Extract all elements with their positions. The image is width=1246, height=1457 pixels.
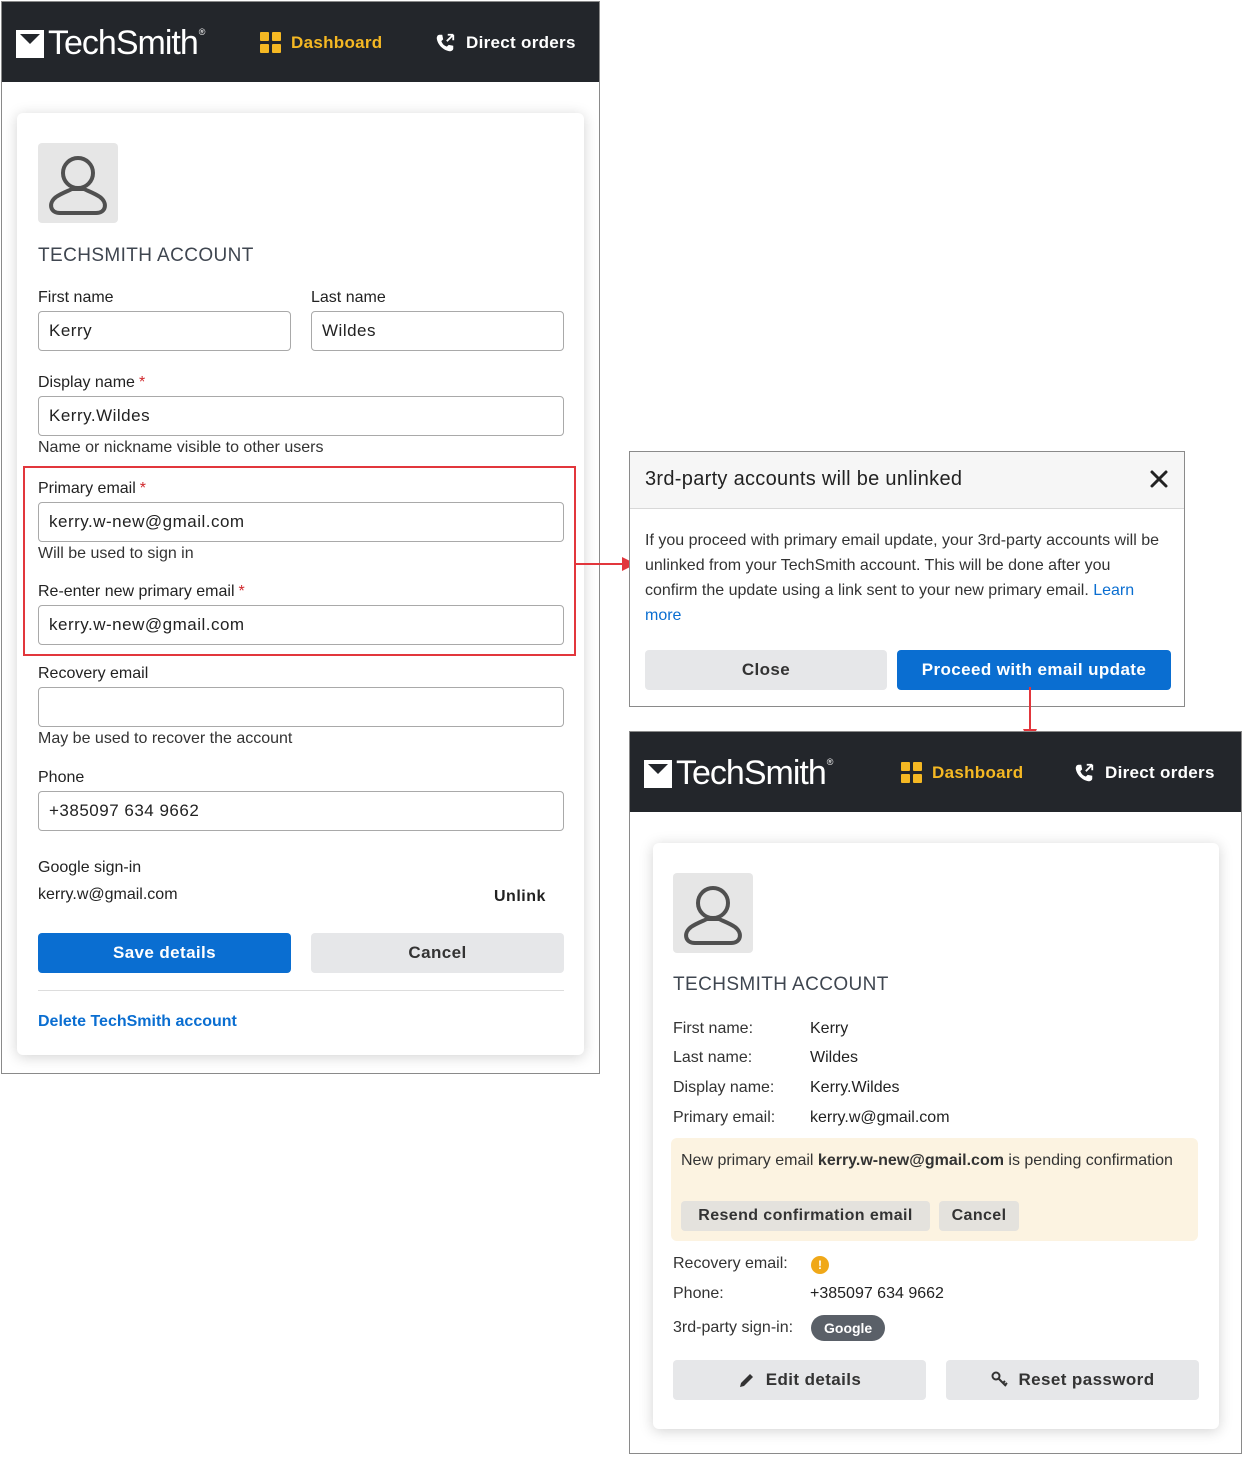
- phone-field[interactable]: [38, 791, 564, 831]
- edit-details-button[interactable]: Edit details: [673, 1360, 926, 1400]
- techsmith-logo[interactable]: TechSmith ®: [644, 754, 833, 793]
- phone-label: Phone: [38, 769, 85, 786]
- display-name-label: Display name:: [673, 1079, 775, 1096]
- first-name-value: Kerry: [810, 1020, 849, 1037]
- display-name-field[interactable]: [38, 396, 564, 436]
- techsmith-logo-icon: [644, 759, 672, 788]
- dialog-message: If you proceed with primary email update…: [645, 528, 1165, 628]
- avatar: [38, 143, 118, 223]
- reset-password-button[interactable]: Reset password: [946, 1360, 1199, 1400]
- pending-email-message: New primary email kerry.w-new@gmail.com …: [681, 1148, 1181, 1173]
- email-fields-highlight: [23, 466, 576, 656]
- reset-password-label: Reset password: [1018, 1370, 1155, 1389]
- account-summary-card: TECHSMITH ACCOUNT: [653, 843, 1219, 1429]
- arrow-right-icon: [576, 557, 636, 571]
- phone-label: Phone:: [673, 1285, 724, 1302]
- proceed-email-update-button[interactable]: Proceed with email update: [897, 650, 1171, 690]
- unlink-warning-dialog: 3rd-party accounts will be unlinked If y…: [629, 451, 1185, 707]
- phone-value: +385097 634 9662: [810, 1285, 944, 1302]
- edit-details-label: Edit details: [765, 1370, 862, 1389]
- first-name-label: First name:: [673, 1020, 754, 1037]
- display-name-label-text: Display name: [38, 374, 135, 391]
- dashboard-grid-icon: [901, 762, 922, 783]
- registered-mark: ®: [826, 756, 834, 767]
- recovery-email-help: May be used to recover the account: [38, 730, 293, 747]
- first-name-label: First name: [38, 289, 114, 306]
- last-name-label: Last name: [311, 289, 386, 306]
- dialog-close-button[interactable]: Close: [645, 650, 887, 690]
- display-name-help: Name or nickname visible to other users: [38, 439, 324, 456]
- techsmith-logo-icon: [16, 29, 44, 58]
- dashboard-grid-icon: [260, 32, 281, 53]
- last-name-label: Last name:: [673, 1049, 753, 1066]
- google-badge: Google: [811, 1315, 886, 1341]
- primary-email-label: Primary email:: [673, 1109, 776, 1126]
- account-title: TECHSMITH ACCOUNT: [673, 974, 889, 995]
- nav-dashboard-label: Dashboard: [932, 762, 1024, 782]
- user-avatar-icon: [49, 156, 107, 215]
- nav-dashboard-label: Dashboard: [291, 32, 383, 52]
- techsmith-logo[interactable]: TechSmith ®: [16, 24, 205, 63]
- google-signin-label: Google sign-in: [38, 859, 142, 876]
- dialog-title: 3rd-party accounts will be unlinked: [645, 468, 963, 490]
- top-navigation-bar: TechSmith ® Dashboard Direct orders: [630, 732, 1241, 812]
- cancel-button[interactable]: Cancel: [311, 933, 564, 973]
- pending-prefix: New primary email: [681, 1152, 814, 1169]
- primary-email-value: kerry.w@gmail.com: [810, 1109, 950, 1126]
- dialog-header: 3rd-party accounts will be unlinked: [630, 452, 1184, 509]
- delete-account-link[interactable]: Delete TechSmith account: [38, 1013, 237, 1031]
- first-name-field[interactable]: [38, 311, 291, 351]
- pending-email: kerry.w-new@gmail.com: [817, 1152, 1004, 1169]
- required-asterisk: *: [138, 374, 146, 391]
- account-title: TECHSMITH ACCOUNT: [38, 245, 254, 266]
- display-name-label: Display name *: [38, 374, 145, 392]
- close-icon[interactable]: [1148, 468, 1170, 490]
- recovery-email-label: Recovery email:: [673, 1255, 788, 1272]
- last-name-value: Wildes: [810, 1049, 859, 1066]
- save-details-button[interactable]: Save details: [38, 933, 291, 973]
- dialog-body-text: If you proceed with primary email update…: [645, 532, 1160, 599]
- account-summary-screen: TechSmith ® Dashboard Direct orders TECHS…: [629, 731, 1242, 1454]
- warning-icon: !: [811, 1256, 829, 1274]
- recovery-email-field[interactable]: [38, 687, 564, 727]
- recovery-email-label: Recovery email: [38, 665, 149, 682]
- divider: [38, 990, 564, 991]
- nav-dashboard[interactable]: Dashboard: [901, 762, 1024, 783]
- avatar: [673, 873, 753, 953]
- brand-name: TechSmith: [48, 24, 199, 62]
- cancel-pending-button[interactable]: Cancel: [939, 1201, 1019, 1231]
- nav-dashboard[interactable]: Dashboard: [260, 32, 383, 53]
- user-avatar-icon: [684, 886, 742, 945]
- google-signin-email: kerry.w@gmail.com: [38, 886, 178, 903]
- registered-mark: ®: [198, 26, 206, 37]
- unlink-button[interactable]: Unlink: [494, 888, 546, 906]
- last-name-field[interactable]: [311, 311, 564, 351]
- top-navigation-bar: TechSmith ® Dashboard Direct orders: [2, 2, 599, 82]
- nav-direct-orders-label: Direct orders: [1105, 763, 1215, 782]
- third-party-signin-label: 3rd-party sign-in:: [673, 1319, 794, 1336]
- key-icon: [991, 1371, 1008, 1387]
- display-name-value: Kerry.Wildes: [810, 1079, 900, 1096]
- brand-name: TechSmith: [676, 754, 827, 792]
- pending-suffix: is pending confirmation: [1008, 1152, 1173, 1169]
- resend-confirmation-button[interactable]: Resend confirmation email: [681, 1201, 930, 1231]
- nav-direct-orders-label: Direct orders: [466, 33, 576, 52]
- nav-direct-orders[interactable]: Direct orders: [1073, 762, 1215, 784]
- nav-direct-orders[interactable]: Direct orders: [434, 32, 576, 54]
- phone-icon: [436, 33, 455, 52]
- pending-email-notice: New primary email kerry.w-new@gmail.com …: [671, 1138, 1198, 1241]
- pencil-icon: [739, 1374, 753, 1387]
- phone-icon: [1075, 763, 1094, 782]
